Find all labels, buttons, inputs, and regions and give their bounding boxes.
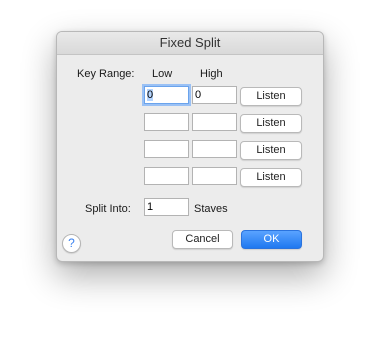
listen-button-2[interactable]: Listen bbox=[240, 114, 302, 133]
high-field-1[interactable]: 0 bbox=[192, 86, 237, 104]
key-range-label: Key Range: bbox=[77, 68, 135, 80]
fixed-split-dialog: Fixed Split Key Range: Low High 0 0 List… bbox=[56, 31, 324, 262]
low-field-3[interactable] bbox=[144, 140, 189, 158]
low-field-2[interactable] bbox=[144, 113, 189, 131]
high-field-2[interactable] bbox=[192, 113, 237, 131]
dialog-title: Fixed Split bbox=[57, 32, 323, 55]
listen-button-4[interactable]: Listen bbox=[240, 168, 302, 187]
cancel-button[interactable]: Cancel bbox=[172, 230, 233, 249]
low-field-1[interactable]: 0 bbox=[144, 86, 189, 104]
listen-button-3[interactable]: Listen bbox=[240, 141, 302, 160]
listen-button-1[interactable]: Listen bbox=[240, 87, 302, 106]
ok-button[interactable]: OK bbox=[241, 230, 302, 249]
low-field-4[interactable] bbox=[144, 167, 189, 185]
split-into-label: Split Into: bbox=[85, 203, 131, 215]
help-button[interactable]: ? bbox=[62, 234, 81, 253]
split-into-field[interactable]: 1 bbox=[144, 198, 189, 216]
high-field-3[interactable] bbox=[192, 140, 237, 158]
high-header: High bbox=[200, 68, 223, 80]
low-header: Low bbox=[152, 68, 173, 80]
high-field-4[interactable] bbox=[192, 167, 237, 185]
staves-label: Staves bbox=[194, 203, 228, 215]
